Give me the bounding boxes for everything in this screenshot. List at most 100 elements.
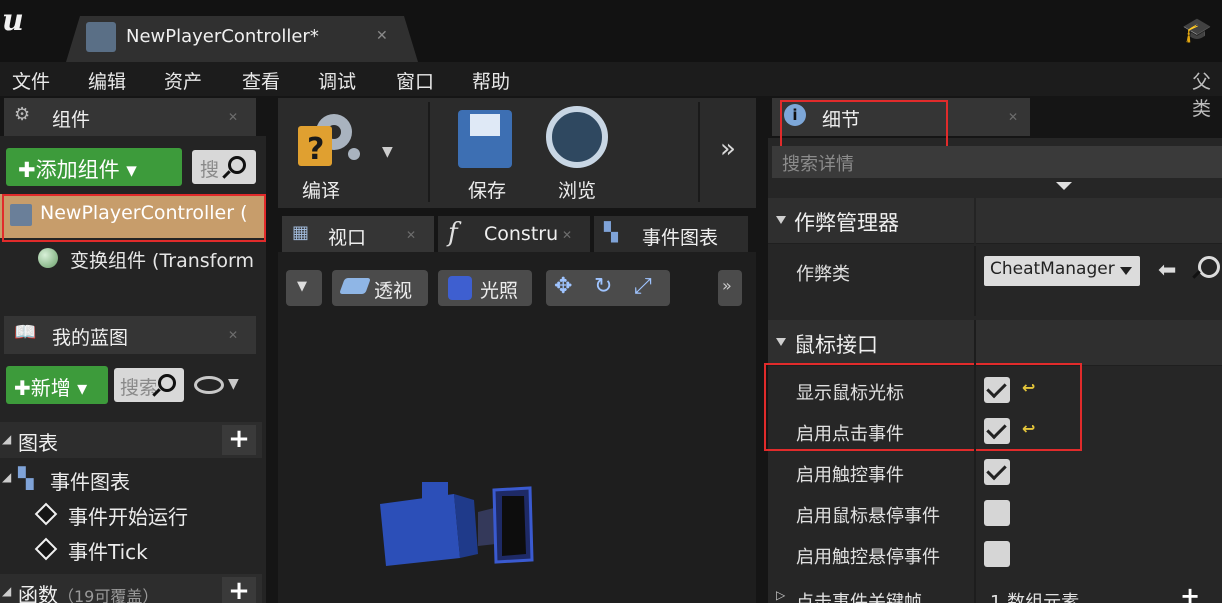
- array-count-label: 1 数组元素: [990, 592, 1080, 603]
- transform-component-item[interactable]: 变换组件 (Transform: [70, 246, 254, 273]
- menu-bar: 文件 编辑 资产 查看 调试 窗口 帮助 父类: [0, 62, 1222, 120]
- document-tab-label: NewPlayerController*: [126, 26, 319, 47]
- lighting-button[interactable]: 光照: [438, 270, 532, 306]
- parent-class-label: 父类: [1192, 71, 1212, 120]
- highlight-box: [780, 100, 948, 152]
- add-function-button[interactable]: +: [222, 577, 256, 603]
- compile-options-chevron-icon[interactable]: ▼: [382, 144, 393, 160]
- close-icon[interactable]: ✕: [562, 228, 572, 242]
- functions-section[interactable]: ◢ 函数（19可覆盖） +: [0, 574, 262, 603]
- close-icon[interactable]: ✕: [376, 28, 388, 44]
- menu-file[interactable]: 文件: [12, 67, 50, 94]
- enable-touch-over-events-checkbox[interactable]: [984, 541, 1010, 567]
- lit-cube-icon: [448, 276, 472, 300]
- menu-help[interactable]: 帮助: [472, 67, 510, 94]
- collapse-triangle-icon: ◢: [2, 584, 12, 598]
- compile-icon[interactable]: ?: [290, 104, 362, 170]
- column-divider: [974, 198, 976, 244]
- event-begin-play-item[interactable]: 事件开始运行: [68, 501, 188, 530]
- more-chevron-icon[interactable]: »: [720, 134, 736, 164]
- document-tab[interactable]: NewPlayerController* ✕: [66, 16, 418, 62]
- menu-window[interactable]: 窗口: [396, 67, 434, 94]
- menu-debug[interactable]: 调试: [318, 67, 356, 94]
- compile-label: 编译: [302, 180, 341, 202]
- toolbar-divider: [428, 102, 430, 202]
- add-graph-button[interactable]: +: [222, 425, 256, 455]
- add-element-button[interactable]: +: [1180, 582, 1200, 603]
- details-search-input[interactable]: 搜索详情: [772, 146, 1222, 178]
- menu-edit[interactable]: 编辑: [88, 67, 126, 94]
- category-mouse-interface-label: 鼠标接口: [794, 333, 878, 357]
- property-label: 启用触控悬停事件: [796, 547, 940, 568]
- category-cheat-manager[interactable]: 作弊管理器: [768, 198, 1222, 244]
- main-toolbar: ? ▼ 编译 保存 浏览 »: [278, 98, 756, 208]
- category-mouse-interface[interactable]: 鼠标接口: [768, 320, 1222, 366]
- function-icon: f: [448, 218, 458, 248]
- perspective-button[interactable]: 透视: [332, 270, 428, 306]
- search-placeholder: 搜索: [120, 377, 156, 399]
- tab-components[interactable]: ⚙ 组件 ✕: [4, 98, 256, 136]
- property-click-event-keys[interactable]: ▷ 点击事件关键帧 1 数组元素 +: [768, 576, 1222, 603]
- book-icon: 📖: [14, 322, 37, 343]
- category-cheat-manager-label: 作弊管理器: [794, 211, 899, 235]
- move-icon[interactable]: ✥: [554, 274, 572, 299]
- use-selected-arrow-icon[interactable]: ⬅: [1158, 258, 1176, 283]
- cheat-class-dropdown[interactable]: CheatManager: [984, 256, 1140, 286]
- components-icon: ⚙: [14, 104, 31, 125]
- event-graph-icon: ▚: [604, 222, 618, 243]
- browse-magnifier-icon[interactable]: [546, 106, 608, 168]
- search-placeholder: 搜索详情: [782, 154, 854, 175]
- search-icon: [158, 374, 176, 392]
- tab-my-blueprint[interactable]: 📖 我的蓝图 ✕: [4, 316, 256, 354]
- property-label: 启用触控事件: [796, 465, 904, 486]
- component-search-input[interactable]: 搜: [192, 150, 256, 184]
- enable-touch-events-checkbox[interactable]: [984, 459, 1010, 485]
- lighting-label: 光照: [480, 280, 519, 302]
- perspective-label: 透视: [374, 280, 413, 302]
- tab-construction-script[interactable]: f Constru ✕: [438, 216, 590, 254]
- save-icon[interactable]: [458, 110, 512, 168]
- column-divider: [974, 246, 976, 316]
- menu-view[interactable]: 查看: [242, 67, 280, 94]
- event-tick-item[interactable]: 事件Tick: [68, 536, 148, 565]
- chevron-down-icon[interactable]: [1056, 182, 1072, 190]
- enable-mouse-over-events-checkbox[interactable]: [984, 500, 1010, 526]
- add-component-button[interactable]: ✚添加组件 ▾: [6, 148, 182, 186]
- graphs-section[interactable]: ◢ 图表 +: [0, 422, 262, 458]
- toolbar-divider: [698, 102, 700, 202]
- transform-icon: [38, 248, 58, 268]
- new-button[interactable]: ✚新增 ▾: [6, 366, 108, 404]
- menu-asset[interactable]: 资产: [164, 67, 202, 94]
- event-graph-item[interactable]: 事件图表: [50, 466, 130, 495]
- eye-icon[interactable]: [194, 376, 224, 394]
- search-icon: [228, 156, 246, 174]
- tab-my-blueprint-label: 我的蓝图: [52, 327, 129, 349]
- collapse-triangle-icon: ◢: [2, 470, 12, 484]
- new-button-label: ✚新增 ▾: [14, 376, 88, 400]
- chevron-down-icon[interactable]: ▼: [228, 376, 239, 392]
- graphs-section-label: 图表: [18, 431, 58, 455]
- viewport[interactable]: ▼ 透视 光照 ✥ ↻ ⤢ »: [278, 252, 756, 603]
- tab-event-graph[interactable]: ▚ 事件图表: [594, 216, 748, 254]
- tab-viewport-label: 视口: [328, 227, 367, 249]
- blueprint-search-input[interactable]: 搜索: [114, 368, 184, 402]
- close-icon[interactable]: ✕: [228, 328, 238, 342]
- unreal-logo-icon[interactable]: u: [2, 4, 36, 38]
- chevron-down-icon: [1120, 267, 1132, 275]
- rotate-icon[interactable]: ↻: [594, 274, 612, 299]
- close-icon[interactable]: ✕: [1008, 110, 1018, 124]
- scale-icon[interactable]: ⤢: [634, 274, 652, 299]
- collapse-triangle-icon: [776, 216, 786, 224]
- viewport-options-button[interactable]: ▼: [286, 270, 322, 306]
- graduation-cap-icon[interactable]: 🎓: [1182, 16, 1212, 44]
- tab-components-label: 组件: [52, 109, 91, 131]
- tab-viewport[interactable]: ▦ 视口 ✕: [282, 216, 434, 254]
- cheat-class-label: 作弊类: [796, 264, 850, 285]
- viewport-more-button[interactable]: »: [718, 270, 742, 306]
- column-divider: [974, 320, 976, 603]
- property-label: 启用鼠标悬停事件: [796, 506, 940, 527]
- close-icon[interactable]: ✕: [228, 110, 238, 124]
- close-icon[interactable]: ✕: [406, 228, 416, 242]
- tab-construction-label: Constru: [484, 223, 558, 245]
- browse-search-icon[interactable]: [1198, 256, 1220, 278]
